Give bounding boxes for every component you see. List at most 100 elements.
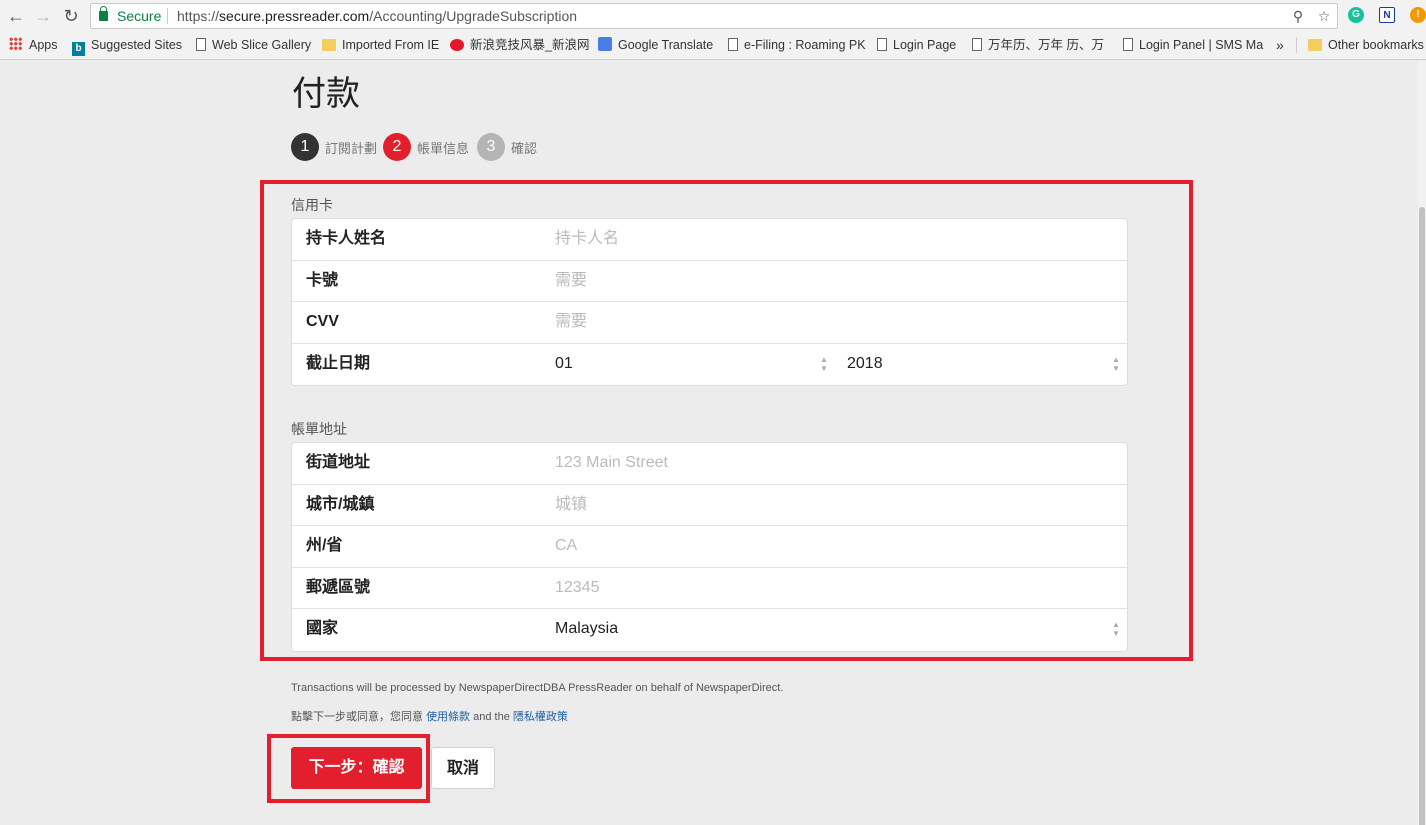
street-label: 街道地址 (306, 454, 371, 471)
cvv-input[interactable]: 需要 (555, 302, 587, 342)
bookmark-other-bookmarks[interactable]: Other bookmarks (1308, 34, 1424, 56)
file-icon (877, 38, 887, 51)
card-number-label: 卡號 (306, 271, 339, 289)
scrollbar-thumb[interactable] (1419, 207, 1425, 825)
url-text: https://secure.pressreader.com/Accountin… (177, 4, 577, 28)
bookmark-label: 新浪竞技风暴_新浪网 (470, 38, 590, 52)
credit-card-form: 持卡人姓名 持卡人名 卡號 需要 CVV 需要 截止日期 01 ▲ ▼ 2018 … (291, 218, 1128, 386)
extension-n-icon[interactable]: N (1379, 7, 1395, 23)
city-row: 城市/城鎮 城镇 (292, 485, 1127, 526)
file-icon (1123, 38, 1133, 51)
alert-icon[interactable]: ! (1410, 7, 1426, 23)
browser-chrome: ← → ↻ Secure https://secure.pressreader.… (0, 0, 1426, 60)
bookmark-label: Apps (29, 38, 58, 52)
bookmark-label: Web Slice Gallery (212, 38, 312, 52)
step-subscription-plan: 1 訂閱計劃 (291, 133, 377, 161)
street-input[interactable]: 123 Main Street (555, 443, 668, 483)
billing-address-section-label: 帳單地址 (291, 421, 347, 437)
bookmark-label: e-Filing : Roaming PK (744, 38, 866, 52)
agreement-and: and the (473, 711, 510, 723)
url-path: /Accounting/UpgradeSubscription (369, 8, 578, 24)
privacy-policy-link[interactable]: 隱私權政策 (513, 711, 568, 723)
bookmark-apps[interactable]: Apps (9, 34, 58, 56)
bookmark-login-panel[interactable]: Login Panel | SMS Ma (1123, 34, 1263, 56)
cancel-button[interactable]: 取消 (431, 747, 495, 789)
file-icon (196, 38, 206, 51)
expiry-month-select[interactable]: 01 (555, 344, 833, 384)
reload-icon[interactable]: ↻ (60, 5, 82, 27)
billing-address-form: 街道地址 123 Main Street 城市/城鎮 城镇 州/省 CA 郵遞區… (291, 442, 1128, 652)
state-input[interactable]: CA (555, 526, 577, 566)
bookmarks-overflow-button[interactable]: » (1276, 34, 1284, 56)
url-scheme: https:// (177, 8, 220, 24)
state-label: 州/省 (306, 537, 343, 554)
grammarly-icon[interactable]: G (1348, 7, 1364, 23)
expiry-month-spinner-icon[interactable]: ▲ ▼ (820, 355, 828, 373)
step-label: 訂閱計劃 (325, 140, 378, 156)
step-number: 2 (383, 133, 411, 161)
agreement-text: 點擊下一步或同意，您同意 使用條款 and the 隱私權政策 (291, 708, 568, 724)
file-icon (972, 38, 982, 51)
street-row: 街道地址 123 Main Street (292, 443, 1127, 485)
folder-icon (322, 39, 336, 51)
bookmark-calendar[interactable]: 万年历、万年 历、万 (972, 34, 1104, 56)
expiry-year-select[interactable]: 2018 (847, 344, 1125, 384)
bookmark-label: Suggested Sites (91, 38, 183, 52)
bookmark-imported-from-ie[interactable]: Imported From IE (322, 34, 439, 56)
terms-of-use-link[interactable]: 使用條款 (426, 711, 470, 723)
cvv-label: CVV (306, 313, 339, 330)
apps-icon (9, 37, 23, 51)
state-row: 州/省 CA (292, 526, 1127, 568)
card-number-row: 卡號 需要 (292, 261, 1127, 302)
cardholder-name-input[interactable]: 持卡人名 (555, 219, 619, 259)
bookmark-web-slice-gallery[interactable]: Web Slice Gallery (196, 34, 311, 56)
back-icon[interactable]: ← (5, 5, 27, 27)
cardholder-name-row: 持卡人姓名 持卡人名 (292, 219, 1127, 261)
bookmark-star-icon[interactable]: ☆ (1315, 4, 1333, 28)
next-confirm-button[interactable]: 下一步：確認 (291, 747, 422, 789)
bookmark-suggested-sites[interactable]: b Suggested Sites (72, 34, 182, 56)
folder-icon (1308, 39, 1322, 51)
bookmarks-bar: Apps b Suggested Sites Web Slice Gallery … (0, 34, 1426, 56)
city-input[interactable]: 城镇 (555, 485, 587, 525)
country-label: 國家 (306, 620, 339, 637)
forward-icon[interactable]: → (32, 5, 54, 27)
credit-card-section-label: 信用卡 (291, 197, 333, 213)
page-scrollbar[interactable] (1418, 61, 1426, 825)
bookmark-login-page[interactable]: Login Page (877, 34, 956, 56)
step-number: 3 (477, 133, 505, 161)
bookmark-label: Login Panel | SMS Ma (1139, 38, 1264, 52)
bookmark-label: Login Page (893, 38, 957, 52)
url-host: secure.pressreader.com (219, 8, 370, 24)
expiry-date-label: 截止日期 (306, 354, 371, 372)
step-label: 確認 (511, 140, 538, 156)
secure-label: Secure (117, 8, 162, 24)
cardholder-name-label: 持卡人姓名 (306, 230, 387, 247)
country-select[interactable]: Malaysia (555, 609, 1115, 649)
bookmark-google-translate[interactable]: Google Translate (598, 34, 713, 56)
zip-input[interactable]: 12345 (555, 568, 600, 608)
google-translate-icon (598, 37, 612, 51)
step-billing-info: 2 帳單信息 (383, 133, 469, 161)
transaction-disclaimer: Transactions will be processed by Newspa… (291, 682, 784, 694)
file-icon (728, 38, 738, 51)
zip-row: 郵遞區號 12345 (292, 568, 1127, 609)
bookmark-e-filing[interactable]: e-Filing : Roaming PK (728, 34, 866, 56)
address-bar[interactable]: Secure https://secure.pressreader.com/Ac… (90, 3, 1338, 29)
cvv-row: CVV 需要 (292, 302, 1127, 344)
bookmarks-divider (1296, 37, 1297, 53)
lock-icon (99, 6, 108, 21)
country-row: 國家 Malaysia ▲ ▼ (292, 609, 1127, 651)
bookmark-sina[interactable]: 新浪竞技风暴_新浪网 (450, 34, 589, 56)
card-number-input[interactable]: 需要 (555, 261, 587, 301)
address-divider (167, 8, 168, 24)
expiry-year-spinner-icon[interactable]: ▲ ▼ (1112, 355, 1120, 373)
agreement-prefix: 點擊下一步或同意，您同意 (291, 711, 423, 723)
zoom-icon[interactable]: ⚲ (1289, 4, 1307, 28)
expiry-date-row: 截止日期 01 ▲ ▼ 2018 ▲ ▼ (292, 344, 1127, 386)
step-number: 1 (291, 133, 319, 161)
bing-icon: b (72, 42, 85, 56)
zip-label: 郵遞區號 (306, 578, 371, 596)
step-label: 帳單信息 (417, 140, 470, 156)
country-spinner-icon[interactable]: ▲ ▼ (1112, 620, 1120, 638)
